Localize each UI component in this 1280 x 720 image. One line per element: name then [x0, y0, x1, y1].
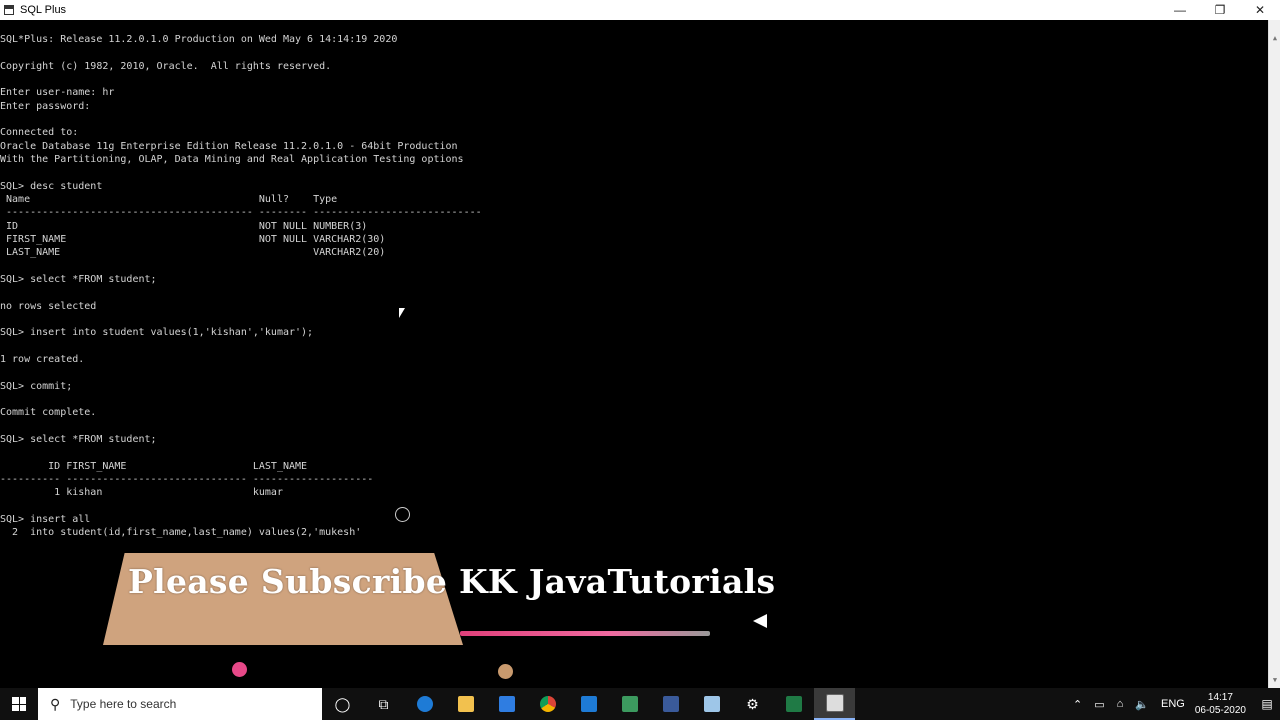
subscribe-banner-text: Please Subscribe KK JavaTutorials — [128, 562, 776, 601]
search-placeholder: Type here to search — [70, 697, 177, 711]
banner-accent-line — [460, 631, 710, 636]
close-button[interactable]: ✕ — [1240, 0, 1280, 20]
chrome-icon[interactable] — [527, 688, 568, 720]
windows-logo-icon — [12, 697, 26, 711]
clock[interactable]: 14:17 06-05-2020 — [1195, 691, 1246, 717]
edge-icon[interactable] — [404, 688, 445, 720]
circle-decoration-icon — [395, 507, 410, 522]
sqlplus-icon[interactable] — [814, 688, 855, 720]
cortana-icon[interactable]: ◯ — [322, 688, 363, 720]
window-titlebar: SQL Plus — ❐ ✕ — [0, 0, 1280, 20]
taskbar: ⚲ Type here to search ◯ ⧉ ⚙ ⌃ ▭ ⌂ 🔈 ENG … — [0, 688, 1280, 720]
start-button[interactable] — [0, 688, 38, 720]
app-icon[interactable] — [609, 688, 650, 720]
vertical-scrollbar[interactable]: ▲ ▼ — [1268, 20, 1280, 688]
clock-time: 14:17 — [1207, 692, 1233, 703]
clock-date: 06-05-2020 — [1194, 705, 1246, 716]
taskbar-search-box[interactable]: ⚲ Type here to search — [38, 688, 322, 720]
file-explorer-icon[interactable] — [445, 688, 486, 720]
volume-icon[interactable]: 🔈 — [1135, 698, 1149, 711]
mail-icon[interactable] — [568, 688, 609, 720]
network-icon[interactable]: ⌂ — [1117, 698, 1124, 710]
pink-dot-decoration — [232, 662, 247, 677]
mouse-cursor-icon — [399, 308, 405, 318]
settings-icon[interactable]: ⚙ — [732, 688, 773, 720]
excel-icon[interactable] — [773, 688, 814, 720]
app2-icon[interactable] — [650, 688, 691, 720]
language-indicator[interactable]: ENG — [1161, 698, 1185, 710]
battery-icon[interactable]: ▭ — [1094, 698, 1104, 711]
scroll-down-icon[interactable]: ▼ — [1271, 676, 1279, 684]
notepad-icon[interactable] — [691, 688, 732, 720]
tan-dot-decoration — [498, 664, 513, 679]
minimize-button[interactable]: — — [1160, 0, 1200, 20]
search-icon: ⚲ — [50, 695, 61, 712]
console-output: SQL*Plus: Release 11.2.0.1.0 Production … — [0, 34, 482, 539]
window-title: SQL Plus — [20, 4, 67, 16]
chevron-up-icon[interactable]: ⌃ — [1073, 698, 1082, 711]
task-view-icon[interactable]: ⧉ — [363, 688, 404, 720]
scroll-up-icon[interactable]: ▲ — [1271, 34, 1279, 42]
store-icon[interactable] — [486, 688, 527, 720]
system-tray: ⌃ ▭ ⌂ 🔈 ENG 14:17 06-05-2020 ▤ — [1067, 688, 1280, 720]
triangle-decoration-icon — [753, 614, 767, 628]
restore-button[interactable]: ❐ — [1200, 0, 1240, 20]
notification-icon[interactable]: ▤ — [1254, 688, 1280, 720]
sqlplus-window-icon — [4, 5, 14, 15]
